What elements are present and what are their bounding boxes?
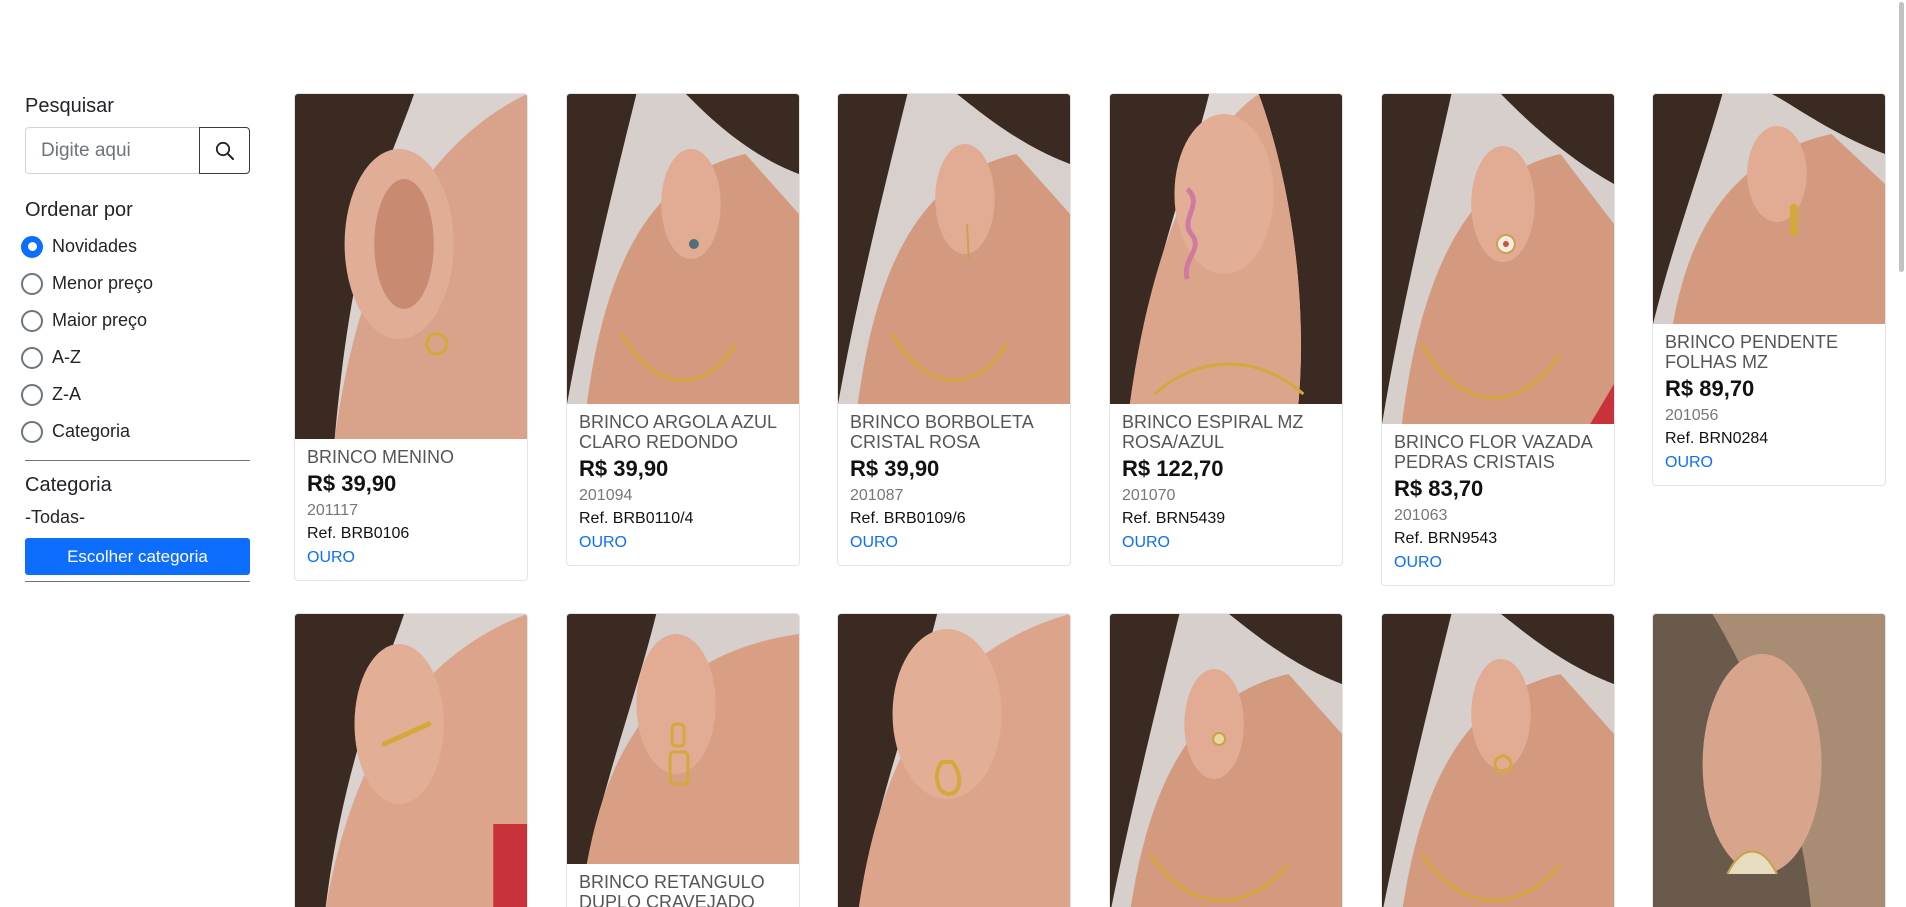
product-card[interactable]: BRINCO MENINO R$ 39,90 201117 Ref. BRB01… xyxy=(294,93,528,581)
product-info: BRINCO PENDENTE FOLHAS MZ R$ 89,70 20105… xyxy=(1653,324,1885,485)
search-label: Pesquisar xyxy=(25,95,114,117)
order-options: Novidades Menor preço Maior preço A-Z Z-… xyxy=(21,228,250,450)
choose-category-button[interactable]: Escolher categoria xyxy=(25,538,250,575)
product-card[interactable]: BRINCO PENDENTE FOLHAS MZ R$ 89,70 20105… xyxy=(1652,93,1886,486)
scrollbar-thumb[interactable] xyxy=(1899,2,1904,272)
product-ref: Ref. BRB0110/4 xyxy=(579,510,694,527)
product-photo[interactable] xyxy=(295,94,527,439)
product-info: BRINCO FLOR VAZADA PEDRAS CRISTAIS R$ 83… xyxy=(1382,424,1614,585)
product-photo[interactable] xyxy=(567,94,799,404)
search-input[interactable] xyxy=(25,127,199,174)
product-code: 201063 xyxy=(1394,507,1448,524)
product-material[interactable]: OURO xyxy=(1122,531,1330,555)
search-group xyxy=(25,127,250,174)
order-option-label: Menor preço xyxy=(52,273,154,293)
order-option-label: Categoria xyxy=(52,421,131,441)
product-card[interactable]: BRINCO FLOR VAZADA PEDRAS CRISTAIS R$ 83… xyxy=(1381,93,1615,586)
order-option-label: Z-A xyxy=(52,384,81,404)
product-price: R$ 39,90 xyxy=(850,456,940,481)
product-card[interactable]: BRINCO RETANGULO DUPLO CRAVEJADO xyxy=(566,613,800,907)
radio-button[interactable] xyxy=(21,383,43,406)
product-price: R$ 39,90 xyxy=(307,471,397,496)
product-name[interactable]: BRINCO ESPIRAL MZ ROSA/AZUL xyxy=(1122,412,1330,452)
product-price: R$ 89,70 xyxy=(1665,376,1755,401)
product-photo[interactable] xyxy=(1382,614,1614,907)
product-card[interactable] xyxy=(294,613,528,907)
product-photo[interactable] xyxy=(1110,94,1342,404)
product-code: 201056 xyxy=(1665,407,1719,424)
product-ref: Ref. BRN0284 xyxy=(1665,430,1769,447)
product-photo[interactable] xyxy=(838,94,1070,404)
product-name[interactable]: BRINCO RETANGULO DUPLO CRAVEJADO xyxy=(579,872,787,907)
order-option-label: Maior preço xyxy=(52,310,148,330)
product-card[interactable]: BRINCO ARGOLA AZUL CLARO REDONDO R$ 39,9… xyxy=(566,93,800,566)
order-option-menor-preco[interactable]: Menor preço xyxy=(21,265,250,302)
product-name[interactable]: BRINCO FLOR VAZADA PEDRAS CRISTAIS xyxy=(1394,432,1602,472)
product-price: R$ 122,70 xyxy=(1122,456,1224,481)
product-ref: Ref. BRB0106 xyxy=(307,525,410,542)
search-button[interactable] xyxy=(199,127,250,174)
product-price: R$ 83,70 xyxy=(1394,476,1484,501)
product-photo[interactable] xyxy=(567,614,799,864)
order-label: Ordenar por xyxy=(25,199,133,221)
filter-sidebar: Pesquisar Ordenar por Novidades Menor pr… xyxy=(21,92,250,582)
product-name[interactable]: BRINCO PENDENTE FOLHAS MZ xyxy=(1665,332,1873,372)
product-photo[interactable] xyxy=(838,614,1070,907)
product-code: 201087 xyxy=(850,487,904,504)
product-ref: Ref. BRN5439 xyxy=(1122,510,1226,527)
order-option-label: Novidades xyxy=(52,236,138,256)
product-name[interactable]: BRINCO BORBOLETA CRISTAL ROSA xyxy=(850,412,1058,452)
product-info: BRINCO MENINO R$ 39,90 201117 Ref. BRB01… xyxy=(295,439,527,580)
product-info: BRINCO RETANGULO DUPLO CRAVEJADO xyxy=(567,864,799,907)
product-info: BRINCO BORBOLETA CRISTAL ROSA R$ 39,90 2… xyxy=(838,404,1070,565)
product-code: 201070 xyxy=(1122,487,1176,504)
order-option-a-z[interactable]: A-Z xyxy=(21,339,250,376)
order-option-z-a[interactable]: Z-A xyxy=(21,376,250,413)
product-ref: Ref. BRN9543 xyxy=(1394,530,1498,547)
product-info: BRINCO ARGOLA AZUL CLARO REDONDO R$ 39,9… xyxy=(567,404,799,565)
product-material[interactable]: OURO xyxy=(850,531,1058,555)
radio-button[interactable] xyxy=(21,309,43,332)
product-name[interactable]: BRINCO ARGOLA AZUL CLARO REDONDO xyxy=(579,412,787,452)
product-photo[interactable] xyxy=(1382,94,1614,424)
order-option-label: A-Z xyxy=(52,347,81,367)
product-photo[interactable] xyxy=(295,614,527,907)
product-card[interactable]: BRINCO BORBOLETA CRISTAL ROSA R$ 39,90 2… xyxy=(837,93,1071,566)
product-photo[interactable] xyxy=(1653,94,1885,324)
product-card[interactable]: BRINCO ESPIRAL MZ ROSA/AZUL R$ 122,70 20… xyxy=(1109,93,1343,566)
product-material[interactable]: OURO xyxy=(579,531,787,555)
product-price: R$ 39,90 xyxy=(579,456,669,481)
radio-button[interactable] xyxy=(21,272,43,295)
product-ref: Ref. BRB0109/6 xyxy=(850,510,966,527)
radio-button[interactable] xyxy=(21,420,43,443)
product-material[interactable]: OURO xyxy=(1394,551,1602,575)
product-info: BRINCO ESPIRAL MZ ROSA/AZUL R$ 122,70 20… xyxy=(1110,404,1342,565)
product-material[interactable]: OURO xyxy=(307,546,515,570)
radio-button[interactable] xyxy=(21,235,43,258)
category-label: Categoria xyxy=(25,474,112,496)
product-card[interactable] xyxy=(1381,613,1615,907)
product-card[interactable] xyxy=(1652,613,1886,907)
product-code: 201094 xyxy=(579,487,633,504)
product-name[interactable]: BRINCO MENINO xyxy=(307,447,515,467)
product-material[interactable]: OURO xyxy=(1665,451,1873,475)
category-value: -Todas- xyxy=(25,507,86,527)
divider xyxy=(25,581,250,582)
order-option-categoria[interactable]: Categoria xyxy=(21,413,250,450)
product-photo[interactable] xyxy=(1110,614,1342,907)
product-photo[interactable] xyxy=(1653,614,1885,907)
radio-button[interactable] xyxy=(21,346,43,369)
product-card[interactable] xyxy=(837,613,1071,907)
order-option-novidades[interactable]: Novidades xyxy=(21,228,250,265)
order-option-maior-preco[interactable]: Maior preço xyxy=(21,302,250,339)
search-icon xyxy=(215,141,234,160)
divider xyxy=(25,460,250,461)
product-code: 201117 xyxy=(307,502,359,519)
product-card[interactable] xyxy=(1109,613,1343,907)
